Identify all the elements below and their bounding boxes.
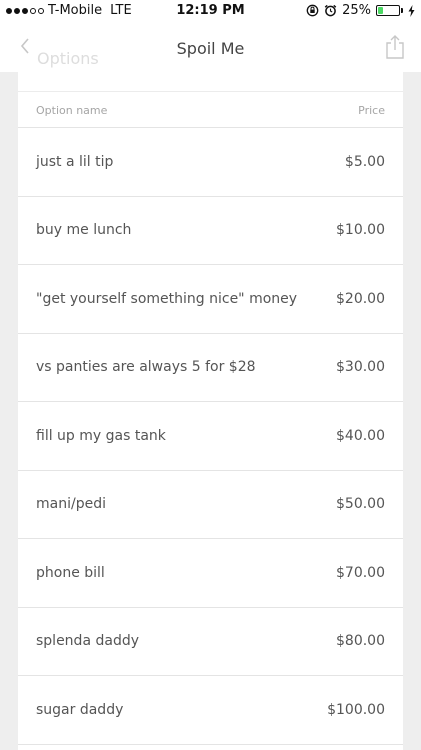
alarm-icon [324, 4, 337, 17]
options-list: just a lil tip $5.00 buy me lunch $10.00… [18, 128, 403, 745]
option-name: vs panties are always 5 for $28 [36, 359, 256, 376]
option-price: $70.00 [336, 564, 385, 581]
option-name: just a lil tip [36, 153, 114, 170]
nav-bar: Options Spoil Me [0, 22, 421, 72]
table-header: Option name Price [18, 72, 403, 128]
list-item[interactable]: just a lil tip $5.00 [18, 128, 403, 197]
option-name: mani/pedi [36, 496, 106, 513]
option-name: phone bill [36, 564, 105, 581]
list-item[interactable]: mani/pedi $50.00 [18, 471, 403, 539]
option-price: $50.00 [336, 496, 385, 513]
status-right: 25% [306, 3, 415, 18]
option-name: sugar daddy [36, 701, 124, 718]
header-option-name: Option name [36, 104, 108, 117]
list-item[interactable]: splenda daddy $80.00 [18, 608, 403, 676]
option-price: $100.00 [327, 701, 385, 718]
option-price: $80.00 [336, 633, 385, 650]
option-price: $40.00 [336, 427, 385, 444]
battery-percent: 25% [342, 3, 371, 18]
option-price: $5.00 [344, 153, 385, 170]
list-item[interactable]: phone bill $70.00 [18, 539, 403, 608]
lock-rotation-icon [306, 4, 319, 17]
list-item[interactable]: fill up my gas tank $40.00 [18, 402, 403, 471]
option-name: fill up my gas tank [36, 427, 166, 444]
page-title: Spoil Me [176, 39, 245, 58]
list-item[interactable]: buy me lunch $10.00 [18, 197, 403, 265]
list-item[interactable]: vs panties are always 5 for $28 $30.00 [18, 334, 403, 402]
option-price: $20.00 [336, 290, 385, 307]
battery-icon [376, 5, 403, 16]
option-name: "get yourself something nice" money [36, 290, 298, 307]
option-price: $30.00 [336, 359, 385, 376]
header-price: Price [358, 104, 385, 117]
share-icon[interactable] [383, 34, 407, 60]
option-name: splenda daddy [36, 633, 139, 650]
options-card: Option name Price just a lil tip $5.00 b… [18, 72, 403, 750]
list-item[interactable]: "get yourself something nice" money $20.… [18, 265, 403, 334]
list-item[interactable]: sugar daddy $100.00 [18, 676, 403, 745]
option-name: buy me lunch [36, 222, 132, 239]
option-price: $10.00 [336, 222, 385, 239]
status-bar: T-Mobile LTE 12:19 PM 25% [0, 0, 421, 22]
charging-bolt-icon [408, 4, 415, 17]
